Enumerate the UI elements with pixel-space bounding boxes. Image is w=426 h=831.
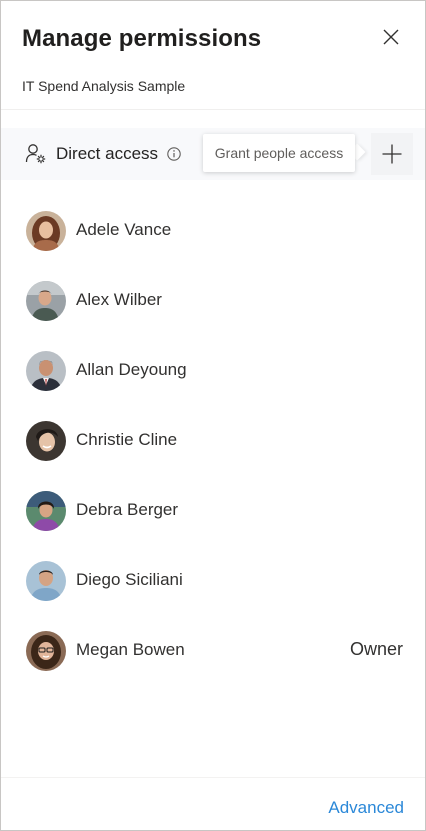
info-button[interactable] (167, 147, 181, 161)
person-name: Megan Bowen (76, 640, 185, 659)
avatar (26, 281, 66, 321)
grant-access-button[interactable] (371, 133, 413, 175)
avatar (26, 491, 66, 531)
close-button[interactable] (379, 25, 403, 49)
person-role: Owner (349, 639, 403, 659)
manage-permissions-panel: Manage permissions IT Spend Analysis Sam… (0, 0, 426, 831)
direct-access-tab[interactable]: Direct access (25, 140, 181, 168)
person-name: Diego Siciliani (76, 570, 183, 589)
direct-access-toolbar: Direct access Grant people access (1, 128, 425, 180)
grant-access-tooltip: Grant people access (203, 134, 355, 172)
close-icon (383, 29, 399, 45)
avatar (26, 421, 66, 461)
panel-footer: Advanced (1, 777, 425, 831)
avatar (26, 351, 66, 391)
person-name: Debra Berger (76, 500, 179, 519)
info-icon (167, 147, 181, 161)
person-name: Christie Cline (76, 430, 178, 449)
report-name: IT Spend Analysis Sample (22, 78, 186, 94)
person-row[interactable]: Debra Berger (1, 476, 425, 546)
people-settings-icon (25, 144, 46, 164)
direct-access-label: Direct access (56, 144, 159, 163)
panel-header: Manage permissions IT Spend Analysis Sam… (1, 1, 425, 110)
person-row[interactable]: Alex Wilber (1, 266, 425, 336)
person-row[interactable]: Christie Cline (1, 406, 425, 476)
person-row[interactable]: Allan Deyoung (1, 336, 425, 406)
person-name: Allan Deyoung (76, 360, 187, 379)
person-name: Adele Vance (76, 220, 172, 239)
people-list: Adele Vance Alex Wilber Allan Deyoung Ch… (1, 196, 425, 686)
avatar (26, 631, 66, 671)
plus-icon (382, 144, 402, 164)
person-name: Alex Wilber (76, 290, 162, 309)
panel-title: Manage permissions (22, 25, 262, 52)
advanced-link[interactable]: Advanced (328, 798, 404, 818)
person-row[interactable]: Diego Siciliani (1, 546, 425, 616)
person-row[interactable]: Megan Bowen Owner (1, 616, 425, 686)
avatar (26, 211, 66, 251)
avatar (26, 561, 66, 601)
person-row[interactable]: Adele Vance (1, 196, 425, 266)
